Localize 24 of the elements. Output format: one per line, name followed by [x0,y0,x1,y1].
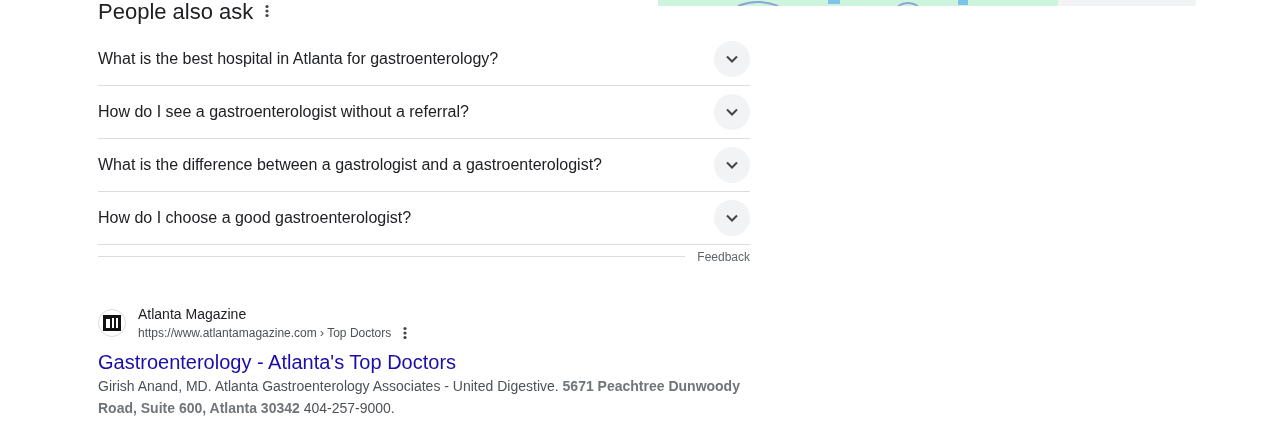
more-options-icon[interactable] [265,4,270,18]
question-text: What is the difference between a gastrologist and a gastroenterologist? [98,155,602,175]
chevron-icon [726,55,738,63]
more-options-icon[interactable] [403,326,408,340]
section-heading: People also ask [98,0,254,26]
question-text: What is the best hospital in Atlanta for gastroenterology? [98,49,499,69]
expand-button[interactable] [714,147,750,183]
site-url: https://www.atlantamagazine.com › Top Doctors [138,325,392,342]
feedback-link[interactable]: Feedback [697,245,750,266]
question-item[interactable]: How do I choose a good gastroenterologist? [98,192,750,245]
question-item[interactable]: How do I see a gastroenterologist without a referral? [98,86,750,139]
result-snippet: Girish Anand, MD. Atlanta Gastroenterology Associates - United Digestive. 5671 Peachtree Dunwoody Road, Suite 600, Atlanta 30342 404-257-9000. [98,377,741,418]
question-item[interactable]: What is the difference between a gastrologist and a gastroenterologist? [98,139,750,192]
chevron-icon [726,108,738,116]
chevron-icon [726,161,738,169]
question-item[interactable]: What is the best hospital in Atlanta for gastroenterology? [98,33,750,86]
chevron-icon [726,214,738,222]
expand-button[interactable] [714,41,750,77]
question-text: How do I choose a good gastroenterologist? [98,208,412,228]
expand-button[interactable] [714,94,750,130]
site-name: Atlanta Magazine [138,305,248,324]
expand-button[interactable] [714,200,750,236]
result-title-link[interactable]: Gastroenterology - Atlanta's Top Doctors [98,349,750,375]
question-text: How do I see a gastroenterologist without a referral? [98,102,469,122]
